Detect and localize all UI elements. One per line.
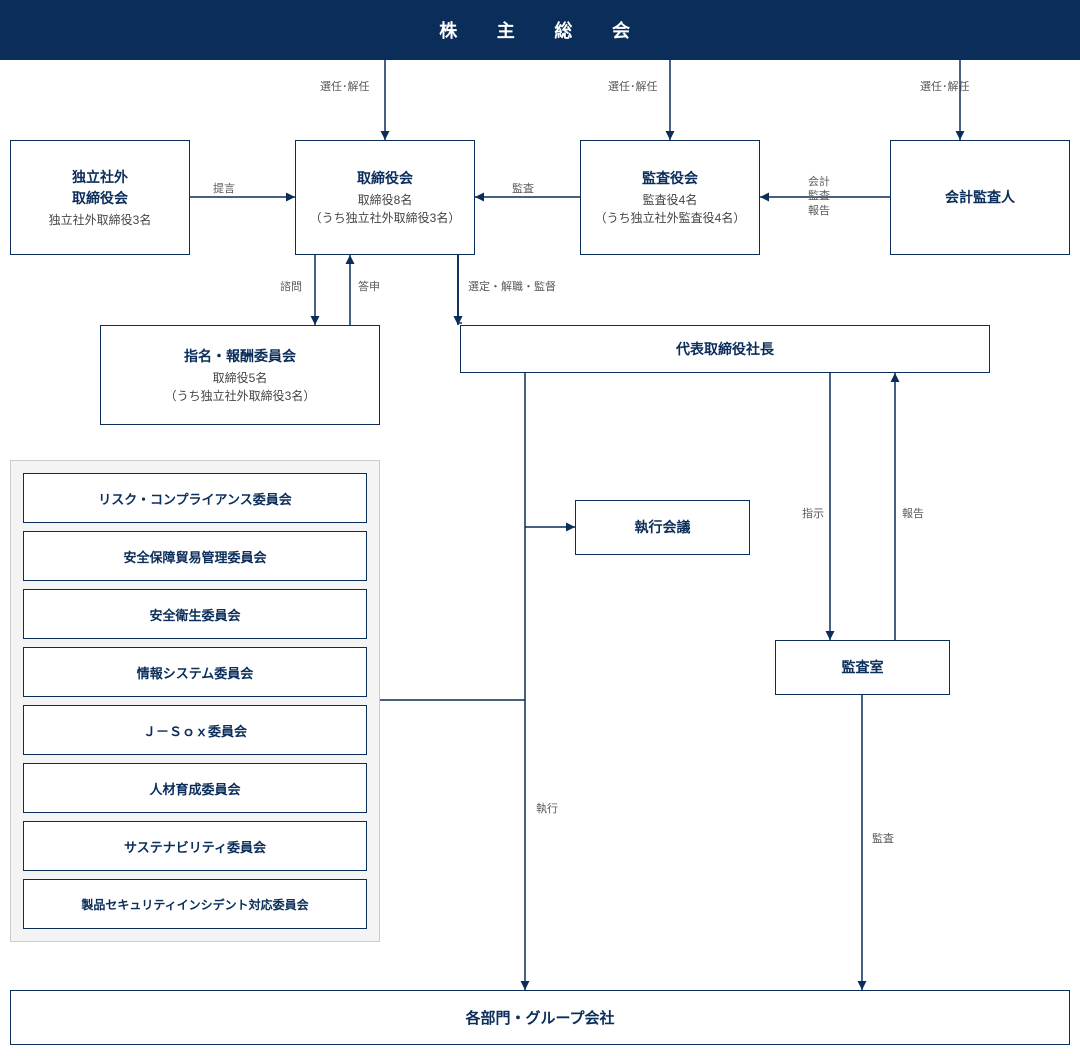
title: 指名・報酬委員会	[184, 346, 296, 367]
committees-group: リスク・コンプライアンス委員会 安全保障貿易管理委員会 安全衛生委員会 情報シス…	[10, 460, 380, 942]
org-chart: 株 主 総 会 独立社外 取締役会 独立社外取締役3名 取締役会 取締役8名 （…	[0, 0, 1080, 1056]
box-nomination-compensation: 指名・報酬委員会 取締役5名 （うち独立社外取締役3名）	[100, 325, 380, 425]
label-audit-report: 会計 監査 報告	[808, 175, 830, 218]
committee-item: 安全衛生委員会	[23, 589, 367, 639]
title: 執行会議	[635, 517, 691, 538]
label-respond: 答申	[358, 278, 380, 294]
label-appoint-dismiss: 選任･解任	[920, 78, 970, 94]
subtitle: 取締役5名 （うち独立社外取締役3名）	[165, 369, 316, 405]
header-text: 株 主 総 会	[439, 17, 641, 43]
committee-item: 製品セキュリティインシデント対応委員会	[23, 879, 367, 929]
label-instruct: 指示	[802, 505, 824, 521]
box-divisions-group-companies: 各部門・グループ会社	[10, 990, 1070, 1045]
box-board-of-directors: 取締役会 取締役8名 （うち独立社外取締役3名）	[295, 140, 475, 255]
box-audit-office: 監査室	[775, 640, 950, 695]
box-outside-directors: 独立社外 取締役会 独立社外取締役3名	[10, 140, 190, 255]
label-select-supervise: 選定・解職・監督	[468, 278, 556, 294]
label-execute: 執行	[536, 800, 558, 816]
label-inquire: 諮問	[280, 278, 302, 294]
title: 独立社外 取締役会	[72, 167, 128, 209]
title: 監査役会	[642, 168, 698, 189]
header-shareholders-meeting: 株 主 総 会	[0, 0, 1080, 60]
committee-item: 安全保障貿易管理委員会	[23, 531, 367, 581]
committee-item: Ｊ－Ｓｏｘ委員会	[23, 705, 367, 755]
title: 会計監査人	[945, 187, 1015, 208]
committee-item: リスク・コンプライアンス委員会	[23, 473, 367, 523]
committee-item: サステナビリティ委員会	[23, 821, 367, 871]
label-audit: 監査	[512, 180, 534, 196]
label-appoint-dismiss: 選任･解任	[608, 78, 658, 94]
label-report: 報告	[902, 505, 924, 521]
title: 代表取締役社長	[676, 339, 774, 360]
label-appoint-dismiss: 選任･解任	[320, 78, 370, 94]
subtitle: 取締役8名 （うち独立社外取締役3名）	[310, 191, 461, 227]
label-propose: 提言	[213, 180, 235, 196]
box-accounting-auditor: 会計監査人	[890, 140, 1070, 255]
committee-item: 情報システム委員会	[23, 647, 367, 697]
committee-item: 人材育成委員会	[23, 763, 367, 813]
label-audit2: 監査	[872, 830, 894, 846]
subtitle: 独立社外取締役3名	[49, 211, 152, 229]
box-president: 代表取締役社長	[460, 325, 990, 373]
box-audit-board: 監査役会 監査役4名 （うち独立社外監査役4名）	[580, 140, 760, 255]
box-executive-meeting: 執行会議	[575, 500, 750, 555]
subtitle: 監査役4名 （うち独立社外監査役4名）	[595, 191, 746, 227]
title: 監査室	[842, 657, 884, 678]
title: 各部門・グループ会社	[465, 1007, 614, 1028]
title: 取締役会	[357, 168, 413, 189]
